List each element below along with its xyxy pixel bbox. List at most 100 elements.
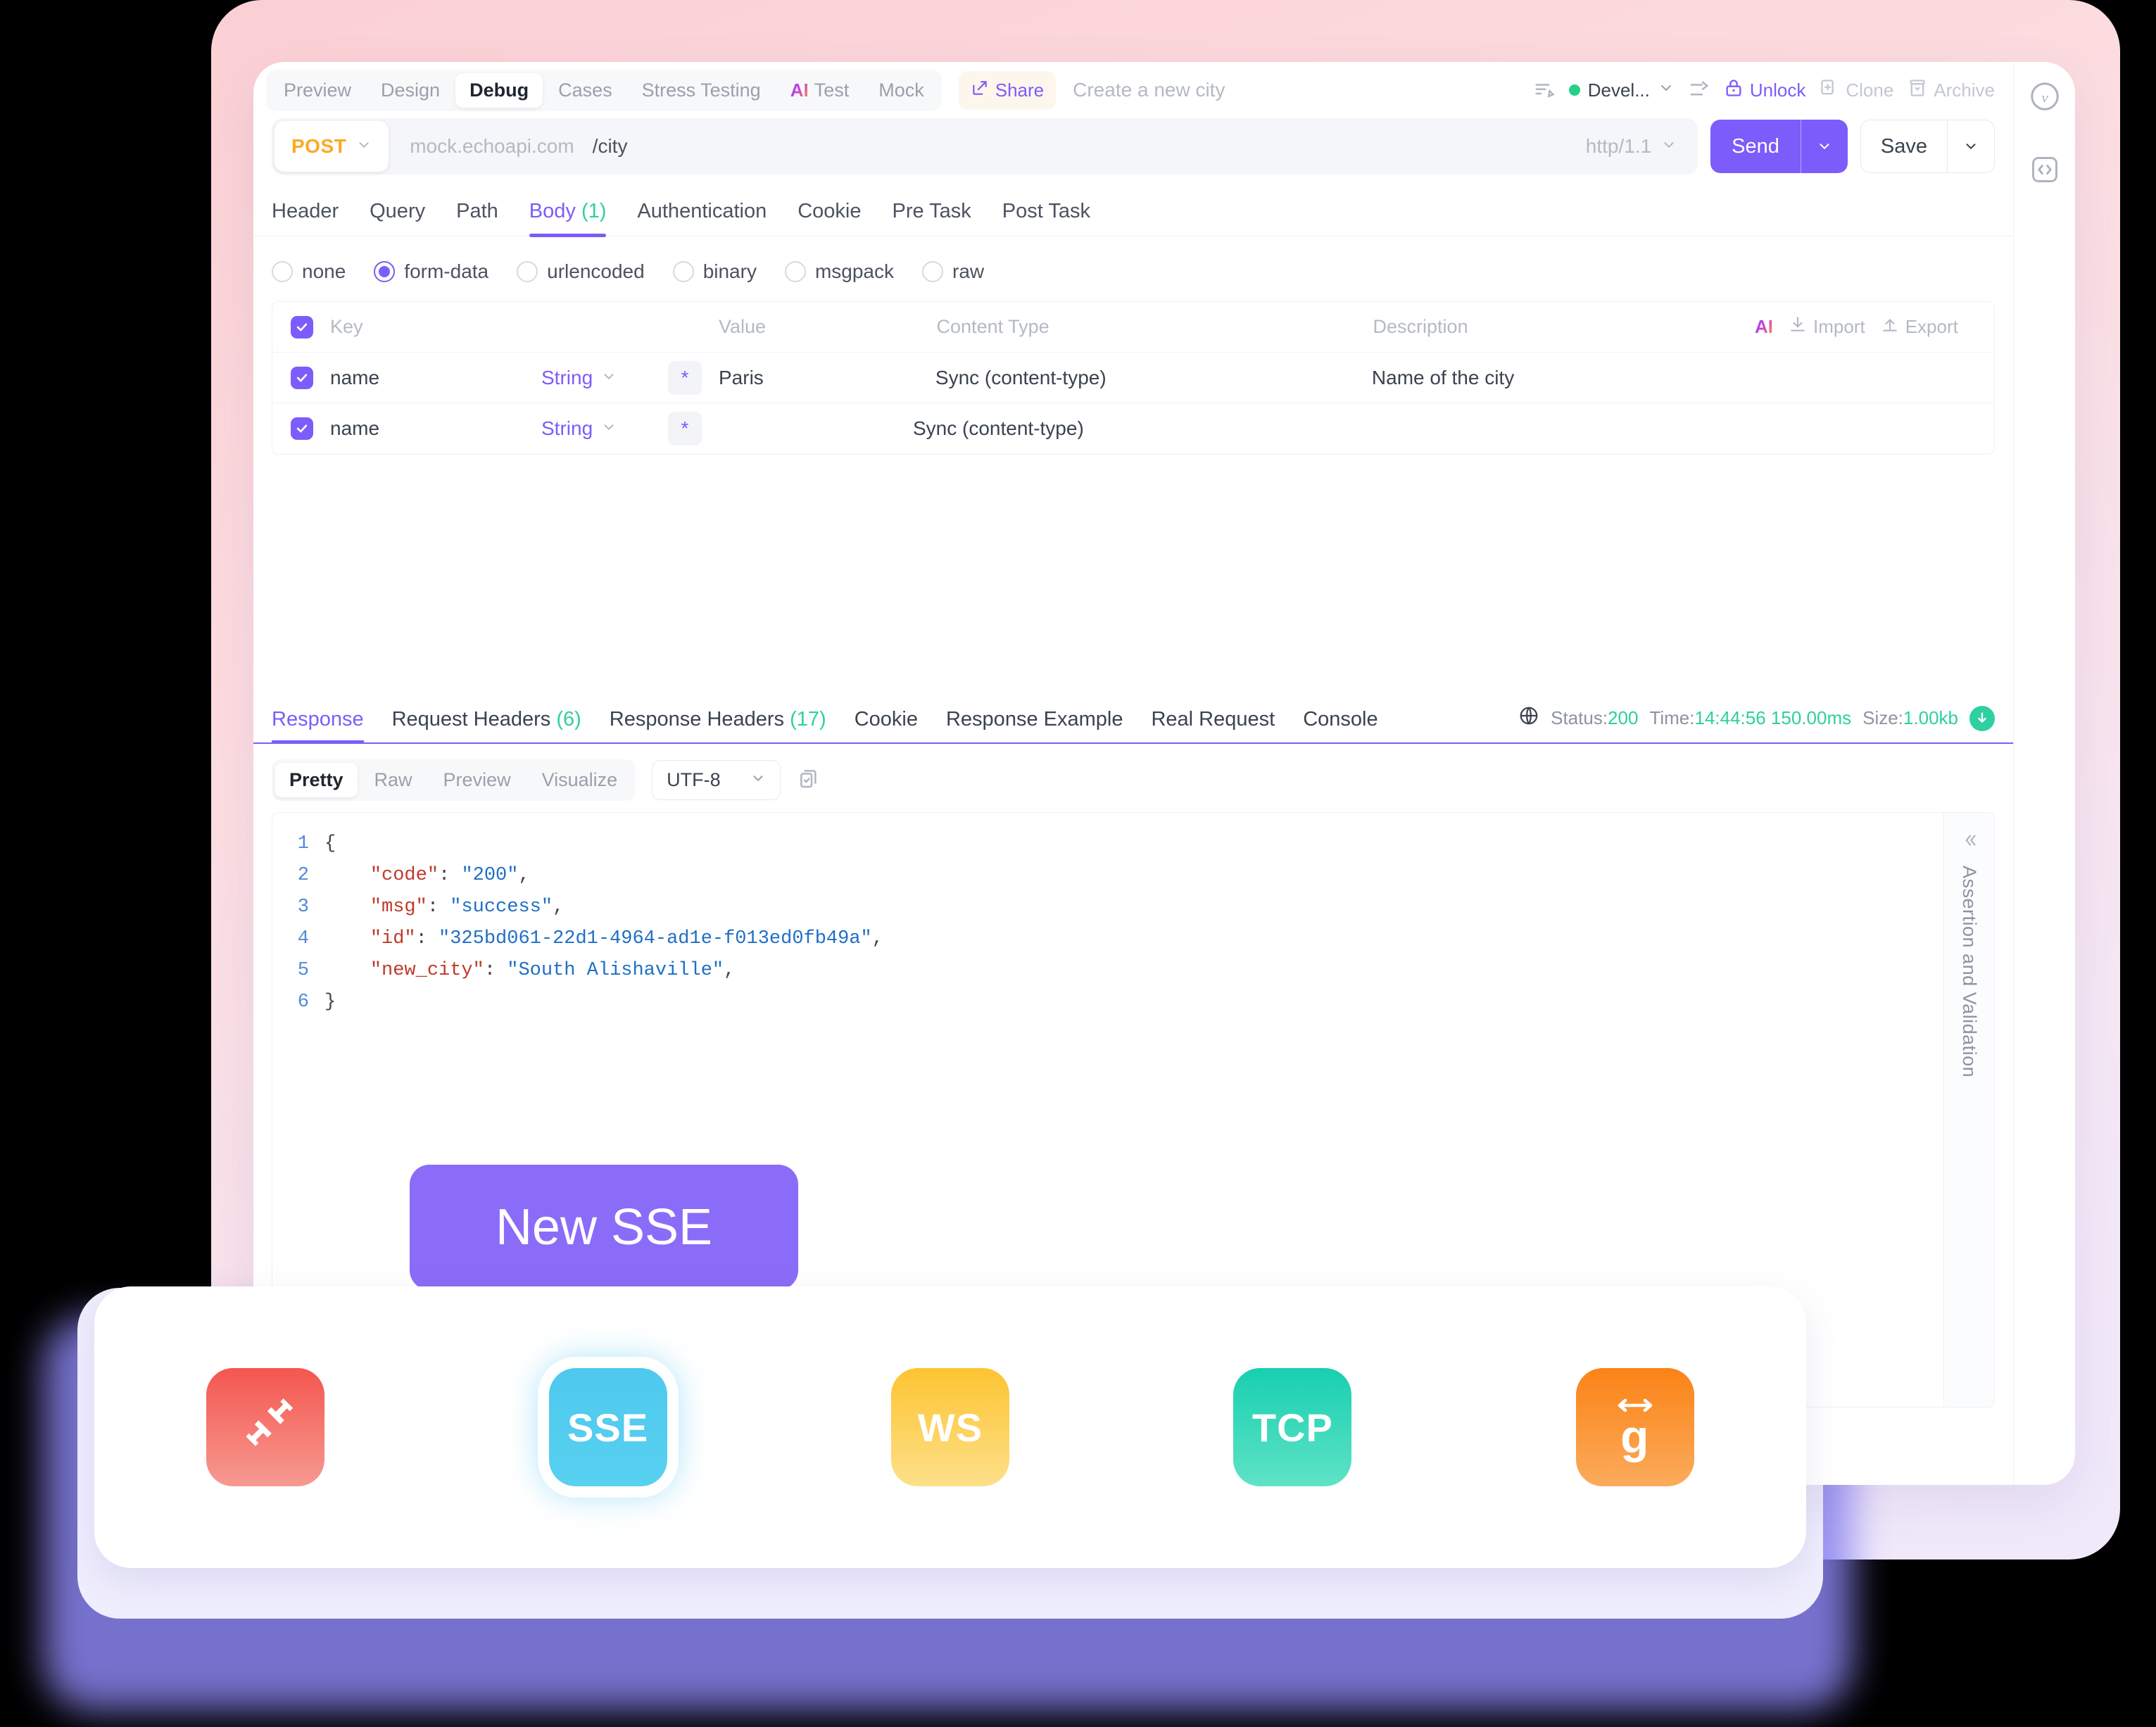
download-response-button[interactable]	[1969, 705, 1995, 731]
response-tab-console[interactable]: Console	[1303, 708, 1378, 742]
format-raw[interactable]: Raw	[360, 763, 427, 797]
archive-button[interactable]: Archive	[1908, 78, 1995, 103]
cell-value[interactable]: Paris	[719, 367, 935, 389]
tab-count: (1)	[581, 200, 607, 222]
mode-tab-design[interactable]: Design	[367, 73, 454, 108]
cell-content-type[interactable]: Sync (content-type)	[935, 367, 1372, 389]
protocol-socketio[interactable]	[206, 1368, 325, 1486]
response-tab-request-headers[interactable]: Request Headers (6)	[392, 708, 581, 742]
collapse-left-icon[interactable]	[1960, 831, 1979, 853]
body-type-raw[interactable]: raw	[922, 260, 984, 283]
format-pretty[interactable]: Pretty	[275, 763, 358, 797]
cell-key[interactable]: name	[330, 417, 541, 440]
clone-button[interactable]: Clone	[1820, 78, 1893, 103]
environment-selector[interactable]: Devel...	[1568, 80, 1675, 101]
mode-tab-preview[interactable]: Preview	[270, 73, 365, 108]
cell-type-selector[interactable]: String	[541, 367, 668, 389]
chevron-down-icon	[356, 137, 372, 156]
request-tab-path[interactable]: Path	[456, 200, 498, 236]
unlock-button[interactable]: Unlock	[1724, 78, 1805, 103]
row-checkbox[interactable]	[291, 417, 313, 440]
send-dropdown-chevron-icon[interactable]	[1800, 120, 1848, 173]
share-button[interactable]: Share	[958, 70, 1057, 110]
mode-tab-cases[interactable]: Cases	[544, 73, 626, 108]
response-tab-response-example[interactable]: Response Example	[946, 708, 1123, 742]
code-view-icon[interactable]	[2029, 154, 2060, 189]
export-button[interactable]: Export	[1881, 315, 1958, 339]
body-type-urlencoded[interactable]: urlencoded	[517, 260, 645, 283]
request-tab-query[interactable]: Query	[370, 200, 425, 236]
protocol-websocket[interactable]: WS	[890, 1368, 1009, 1486]
http-version-selector[interactable]: http/1.1	[1586, 135, 1691, 158]
request-tab-cookie[interactable]: Cookie	[798, 200, 861, 236]
body-type-binary[interactable]: binary	[672, 260, 757, 283]
request-tab-authentication[interactable]: Authentication	[637, 200, 767, 236]
method-selector[interactable]: POST	[275, 121, 389, 172]
mode-tab-label: Mock	[878, 79, 924, 101]
assertion-panel-collapsed[interactable]: Assertion and Validation	[1943, 813, 1994, 1407]
time-value: 14:44:56 150.00ms	[1694, 707, 1852, 728]
ai-icon[interactable]: AI	[1755, 316, 1773, 338]
response-tab-cookie[interactable]: Cookie	[855, 708, 918, 742]
code-line: 1{	[272, 828, 1945, 860]
encoding-label: UTF-8	[667, 769, 721, 790]
import-icon	[1789, 315, 1807, 339]
format-preview[interactable]: Preview	[429, 763, 525, 797]
response-tab-response-headers[interactable]: Response Headers (17)	[610, 708, 826, 742]
import-button[interactable]: Import	[1789, 315, 1865, 339]
mode-tab-stress-testing[interactable]: Stress Testing	[628, 73, 775, 108]
table-row[interactable]: name String * Paris Sync (content-type) …	[272, 353, 1994, 403]
send-button[interactable]: Send	[1710, 120, 1848, 173]
screenshot-stage: Preview Design Debug Cases Stress Testin…	[0, 0, 2156, 1727]
body-type-msgpack[interactable]: msgpack	[784, 260, 894, 283]
lock-icon	[1724, 78, 1744, 103]
protocol-tcp[interactable]: TCP	[1233, 1368, 1352, 1486]
cell-type-selector[interactable]: String	[541, 417, 668, 440]
code-line: 5 "new_city": "South Alishaville",	[272, 955, 1945, 987]
save-button[interactable]: Save	[1860, 120, 1995, 173]
env-manage-icon[interactable]	[1689, 80, 1710, 101]
table-row[interactable]: name String * Sync (content-type)	[272, 403, 1994, 454]
edit-doc-icon[interactable]	[1534, 80, 1555, 101]
body-type-form-data[interactable]: form-data	[374, 260, 488, 283]
request-tab-post-task[interactable]: Post Task	[1002, 200, 1090, 236]
format-segment-group: Pretty Raw Preview Visualize	[272, 759, 636, 801]
required-toggle[interactable]: *	[668, 360, 702, 395]
cell-content-type[interactable]: Sync (content-type)	[913, 417, 1349, 440]
column-header-value: Value	[719, 316, 767, 337]
tab-label: Response Example	[945, 708, 1123, 730]
radio-icon	[784, 261, 806, 282]
cell-key[interactable]: name	[330, 367, 541, 389]
url-field[interactable]: POST mock.echoapi.com /city http/1.1	[272, 118, 1698, 175]
protocol-grpc[interactable]: g	[1575, 1368, 1694, 1486]
segment-label: Raw	[374, 769, 412, 790]
mode-tab-debug[interactable]: Debug	[455, 72, 543, 108]
mode-tab-ai-test[interactable]: AI Test	[776, 73, 864, 108]
request-title[interactable]: Create a new city	[1073, 79, 1225, 101]
format-visualize[interactable]: Visualize	[528, 763, 632, 797]
method-label: POST	[291, 135, 347, 157]
protocol-sse[interactable]: SSE	[548, 1368, 667, 1486]
request-tab-header[interactable]: Header	[272, 200, 339, 236]
tab-label: Pre Task	[892, 200, 971, 222]
cell-description[interactable]: Name of the city	[1372, 367, 1755, 389]
avatar[interactable]: v	[2029, 80, 2061, 116]
copy-icon[interactable]	[798, 767, 820, 793]
row-checkbox[interactable]	[291, 366, 313, 389]
response-meta: Status:200 Time:14:44:56 150.00ms Size:1…	[1518, 705, 1995, 742]
mode-tab-mock[interactable]: Mock	[864, 73, 938, 108]
select-all-checkbox-cell	[291, 315, 330, 339]
mode-tab-group: Preview Design Debug Cases Stress Testin…	[266, 69, 942, 111]
request-tab-pre-task[interactable]: Pre Task	[893, 200, 971, 236]
sse-label: SSE	[567, 1405, 649, 1450]
required-toggle[interactable]: *	[668, 412, 702, 445]
unlock-label: Unlock	[1749, 79, 1806, 101]
request-tab-body[interactable]: Body (1)	[529, 200, 607, 237]
response-tab-real-request[interactable]: Real Request	[1151, 708, 1275, 742]
body-type-none[interactable]: none	[272, 260, 346, 283]
encoding-selector[interactable]: UTF-8	[652, 760, 781, 800]
time-group: Time:14:44:56 150.00ms	[1649, 707, 1851, 729]
response-tab-response[interactable]: Response	[272, 708, 364, 744]
save-dropdown-chevron-icon[interactable]	[1947, 120, 1994, 172]
select-all-checkbox[interactable]	[291, 315, 313, 339]
